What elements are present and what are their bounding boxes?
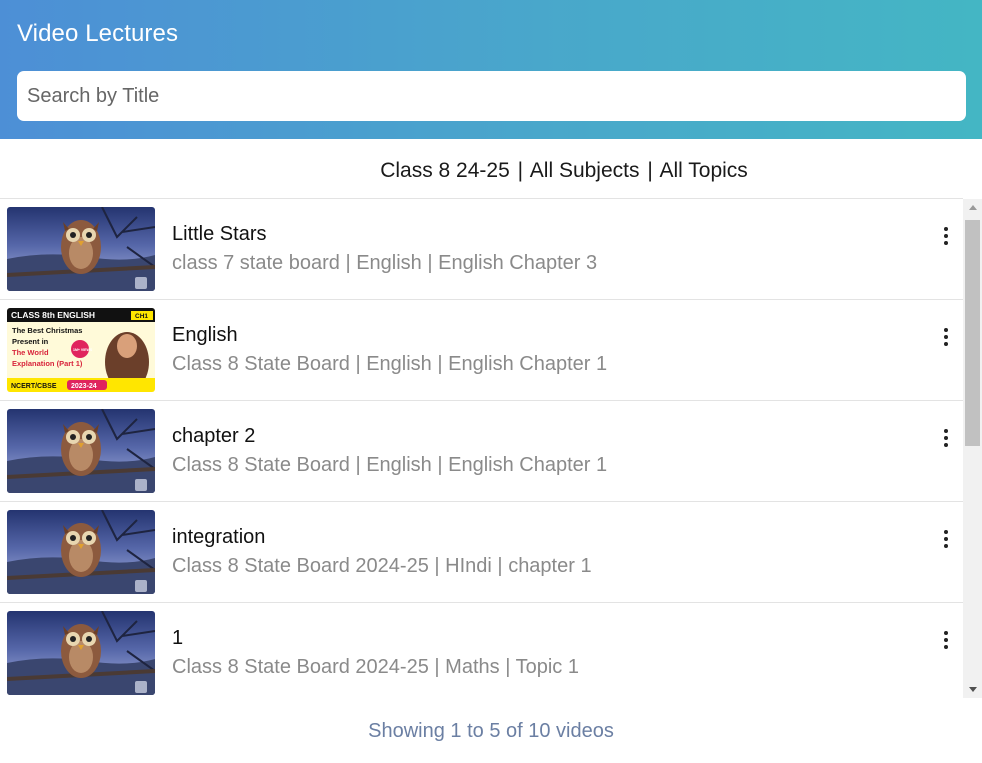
meta-separator: | <box>427 252 433 274</box>
more-vert-icon[interactable] <box>934 325 958 349</box>
video-class: Class 8 State Board <box>172 353 350 375</box>
video-meta: Class 8 State Board 2024-25 | HIndi | ch… <box>172 555 592 578</box>
owl-thumbnail-image <box>7 409 155 493</box>
meta-separator: | <box>434 555 440 577</box>
more-vert-icon[interactable] <box>934 426 958 450</box>
thumb-top-text: CLASS 8th ENGLISH <box>11 310 95 320</box>
video-meta: class 7 state board | English | English … <box>172 252 597 275</box>
thumb-ch-text: CH1 <box>135 313 148 320</box>
video-title[interactable]: English <box>172 324 238 347</box>
video-title[interactable]: 1 <box>172 627 183 650</box>
pagination-status: Showing 1 to 5 of 10 videos <box>368 720 614 742</box>
video-meta: Class 8 State Board 2024-25 | Maths | To… <box>172 656 579 679</box>
thumb-line2: Present in <box>12 337 49 346</box>
video-class: Class 8 State Board <box>172 454 350 476</box>
video-topic: English Chapter 1 <box>448 454 608 476</box>
filter-subject[interactable]: All Subjects <box>530 159 640 182</box>
video-topic: English Chapter 1 <box>448 353 608 375</box>
search-input[interactable] <box>17 71 966 121</box>
video-subject: HIndi <box>445 555 492 577</box>
thumb-badge: 1M+ VIEWS <box>73 348 93 352</box>
video-topic: Topic 1 <box>515 656 579 678</box>
video-row[interactable]: CLASS 8th ENGLISH CH1 The Best Christmas… <box>0 300 963 401</box>
more-vert-icon[interactable] <box>934 224 958 248</box>
owl-thumbnail-image <box>7 611 155 695</box>
list-scrollbar[interactable] <box>963 199 982 698</box>
video-row[interactable]: chapter 2 Class 8 State Board | English … <box>0 401 963 502</box>
video-thumbnail[interactable] <box>7 510 155 594</box>
meta-separator: | <box>497 555 503 577</box>
video-title[interactable]: Little Stars <box>172 223 266 246</box>
more-vert-icon[interactable] <box>934 527 958 551</box>
video-list: Little Stars class 7 state board | Engli… <box>0 198 963 701</box>
scroll-down-arrow-icon[interactable] <box>963 681 982 698</box>
video-title[interactable]: chapter 2 <box>172 425 255 448</box>
meta-separator: | <box>437 353 443 375</box>
video-subject: English <box>366 353 432 375</box>
header: Video Lectures <box>0 0 982 139</box>
owl-thumbnail-image <box>7 207 155 291</box>
thumb-bottom-text: NCERT/CBSE <box>11 383 57 390</box>
filter-class[interactable]: Class 8 24-25 <box>380 159 510 182</box>
video-class: Class 8 State Board 2024-25 <box>172 656 429 678</box>
filter-bar: Class 8 24-25 | All Subjects | All Topic… <box>0 159 982 183</box>
video-meta: Class 8 State Board | English | English … <box>172 454 607 477</box>
filter-separator: | <box>517 159 524 182</box>
video-row[interactable]: integration Class 8 State Board 2024-25 … <box>0 502 963 603</box>
english-cover-thumbnail-image: CLASS 8th ENGLISH CH1 The Best Christmas… <box>7 308 155 392</box>
video-class: Class 8 State Board 2024-25 <box>172 555 429 577</box>
video-subject: Maths <box>445 656 500 678</box>
meta-separator: | <box>355 353 361 375</box>
meta-separator: | <box>434 656 440 678</box>
video-thumbnail[interactable] <box>7 409 155 493</box>
scrollbar-thumb[interactable] <box>965 220 980 446</box>
meta-separator: | <box>345 252 351 274</box>
page-title: Video Lectures <box>17 20 179 47</box>
video-meta: Class 8 State Board | English | English … <box>172 353 607 376</box>
thumb-year: 2023-24 <box>71 383 97 390</box>
filter-topic[interactable]: All Topics <box>659 159 747 182</box>
meta-separator: | <box>437 454 443 476</box>
more-vert-icon[interactable] <box>934 628 958 652</box>
video-title[interactable]: integration <box>172 526 265 549</box>
video-topic: chapter 1 <box>508 555 592 577</box>
video-class: class 7 state board <box>172 252 340 274</box>
owl-thumbnail-image <box>7 510 155 594</box>
thumb-line1: The Best Christmas <box>12 326 82 335</box>
video-topic: English Chapter 3 <box>438 252 598 274</box>
meta-separator: | <box>505 656 511 678</box>
filter-separator: | <box>647 159 653 182</box>
thumb-line3: The World <box>12 348 49 357</box>
thumb-line4: Explanation (Part 1) <box>12 359 83 368</box>
video-row[interactable]: Little Stars class 7 state board | Engli… <box>0 199 963 300</box>
video-thumbnail[interactable] <box>7 611 155 695</box>
video-row[interactable]: 1 Class 8 State Board 2024-25 | Maths | … <box>0 603 963 701</box>
meta-separator: | <box>355 454 361 476</box>
video-thumbnail[interactable]: CLASS 8th ENGLISH CH1 The Best Christmas… <box>7 308 155 392</box>
video-subject: English <box>356 252 422 274</box>
video-subject: English <box>366 454 432 476</box>
video-thumbnail[interactable] <box>7 207 155 291</box>
scroll-up-arrow-icon[interactable] <box>963 199 982 216</box>
